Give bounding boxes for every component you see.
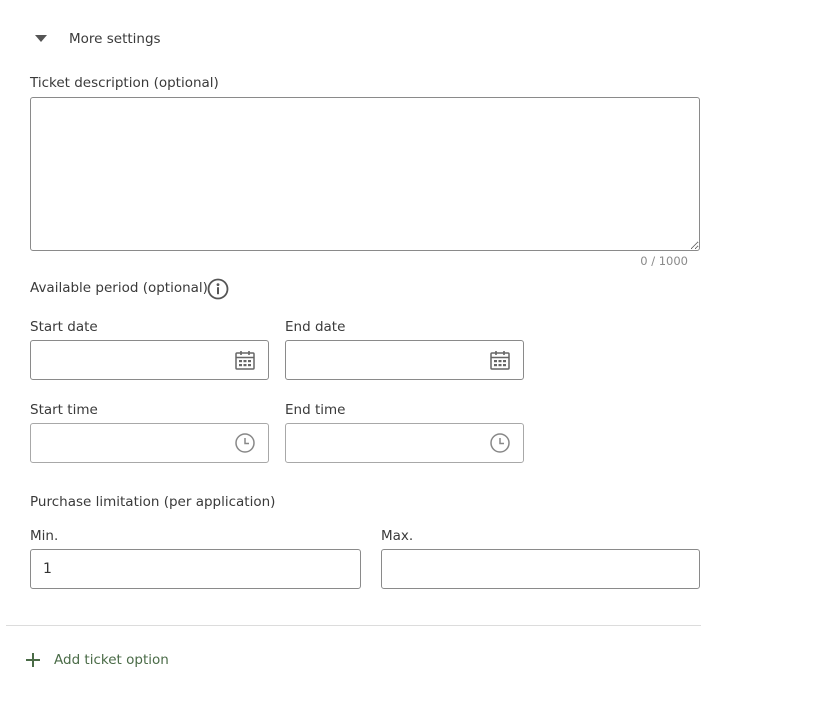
max-input[interactable] xyxy=(382,550,699,588)
end-time-field[interactable] xyxy=(285,423,524,463)
end-date-input[interactable] xyxy=(286,341,523,379)
end-date-field[interactable] xyxy=(285,340,524,380)
clock-icon[interactable] xyxy=(489,432,511,454)
add-ticket-option-label: Add ticket option xyxy=(54,652,169,668)
info-icon[interactable] xyxy=(207,278,229,300)
available-period-label: Available period (optional) xyxy=(30,280,208,296)
calendar-icon[interactable] xyxy=(489,349,511,371)
calendar-icon[interactable] xyxy=(234,349,256,371)
start-date-field[interactable] xyxy=(30,340,269,380)
add-ticket-option-button[interactable]: Add ticket option xyxy=(24,649,174,671)
max-label: Max. xyxy=(381,528,414,544)
end-time-label: End time xyxy=(285,402,346,418)
start-time-label: Start time xyxy=(30,402,98,418)
min-input[interactable] xyxy=(31,550,360,588)
end-date-label: End date xyxy=(285,319,346,335)
ticket-description-label: Ticket description (optional) xyxy=(30,75,219,91)
caret-down-icon xyxy=(35,35,47,42)
ticket-description-textarea[interactable] xyxy=(30,97,700,251)
plus-icon xyxy=(26,653,40,667)
start-time-input[interactable] xyxy=(31,424,268,462)
purchase-limitation-label: Purchase limitation (per application) xyxy=(30,494,276,510)
more-settings-label: More settings xyxy=(69,31,161,47)
section-divider xyxy=(6,625,701,626)
character-counter: 0 / 1000 xyxy=(640,254,688,268)
end-time-input[interactable] xyxy=(286,424,523,462)
start-date-label: Start date xyxy=(30,319,98,335)
max-field[interactable] xyxy=(381,549,700,589)
clock-icon[interactable] xyxy=(234,432,256,454)
min-field[interactable] xyxy=(30,549,361,589)
more-settings-toggle[interactable]: More settings xyxy=(30,28,170,50)
start-date-input[interactable] xyxy=(31,341,268,379)
min-label: Min. xyxy=(30,528,59,544)
start-time-field[interactable] xyxy=(30,423,269,463)
